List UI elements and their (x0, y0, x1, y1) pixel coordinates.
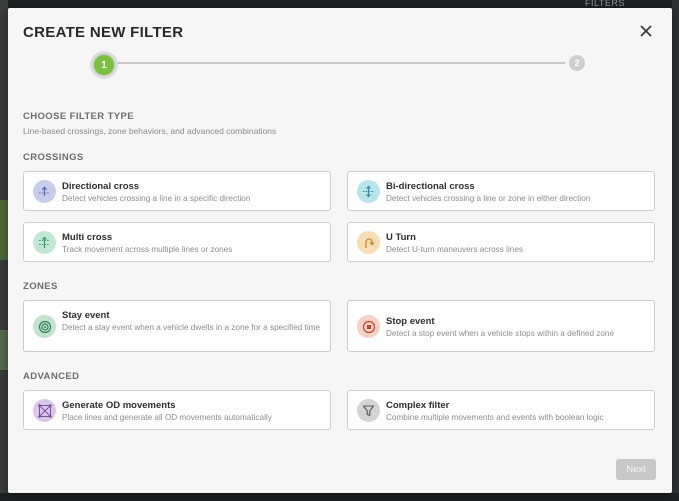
card-title: Stay event (62, 310, 110, 321)
card-title: Stop event (386, 316, 435, 327)
card-directional-cross[interactable]: Directional cross Detect vehicles crossi… (23, 171, 331, 211)
modal-title: CREATE NEW FILTER (23, 24, 184, 41)
card-stop-event[interactable]: Stop event Detect a stop event when a ve… (347, 300, 655, 352)
card-title: Complex filter (386, 400, 450, 411)
background-app-footer (0, 493, 679, 501)
card-title: Bi-directional cross (386, 181, 475, 192)
card-description: Detect vehicles crossing a line in a spe… (62, 194, 251, 203)
close-icon (640, 25, 652, 37)
step-1-indicator: 1 (90, 51, 118, 79)
u-turn-icon (357, 231, 380, 254)
target-icon (33, 315, 56, 338)
background-filters-label: FILTERS (585, 0, 625, 8)
funnel-icon (357, 399, 380, 422)
background-app-header (0, 0, 679, 8)
card-description: Track movement across multiple lines or … (62, 245, 233, 254)
next-button[interactable]: Next (616, 459, 656, 480)
crossings-heading: CROSSINGS (23, 152, 84, 163)
card-title: U Turn (386, 232, 416, 243)
close-button[interactable] (638, 23, 654, 39)
card-description: Detect a stay event when a vehicle dwell… (62, 323, 321, 332)
card-u-turn[interactable]: U Turn Detect U-turn maneuvers across li… (347, 222, 655, 262)
stop-icon (357, 315, 380, 338)
background-app-left (0, 0, 8, 501)
card-description: Detect a stop event when a vehicle stops… (386, 329, 615, 338)
arrow-up-line-icon (33, 180, 56, 203)
multi-line-icon (33, 231, 56, 254)
card-title: Multi cross (62, 232, 113, 243)
stepper-track (115, 62, 565, 64)
background-app-right (672, 0, 679, 501)
card-stay-event[interactable]: Stay event Detect a stay event when a ve… (23, 300, 331, 352)
card-description: Place lines and generate all OD movement… (62, 413, 272, 422)
create-filter-modal: CREATE NEW FILTER 1 2 CHOOSE FILTER TYPE… (8, 8, 672, 493)
choose-filter-type-heading: CHOOSE FILTER TYPE (23, 111, 135, 122)
card-title: Directional cross (62, 181, 140, 192)
card-complex-filter[interactable]: Complex filter Combine multiple movement… (347, 390, 655, 430)
card-description: Combine multiple movements and events wi… (386, 413, 604, 422)
choose-filter-type-subtitle: Line-based crossings, zone behaviors, an… (23, 126, 277, 136)
card-generate-od-movements[interactable]: Generate OD movements Place lines and ge… (23, 390, 331, 430)
zones-heading: ZONES (23, 281, 58, 292)
card-description: Detect vehicles crossing a line or zone … (386, 194, 591, 203)
od-grid-icon (33, 399, 56, 422)
advanced-heading: ADVANCED (23, 371, 80, 382)
step-2-indicator: 2 (569, 55, 585, 71)
card-multi-cross[interactable]: Multi cross Track movement across multip… (23, 222, 331, 262)
arrow-updown-line-icon (357, 180, 380, 203)
card-description: Detect U-turn maneuvers across lines (386, 245, 523, 254)
card-title: Generate OD movements (62, 400, 176, 411)
card-bi-directional-cross[interactable]: Bi-directional cross Detect vehicles cro… (347, 171, 655, 211)
